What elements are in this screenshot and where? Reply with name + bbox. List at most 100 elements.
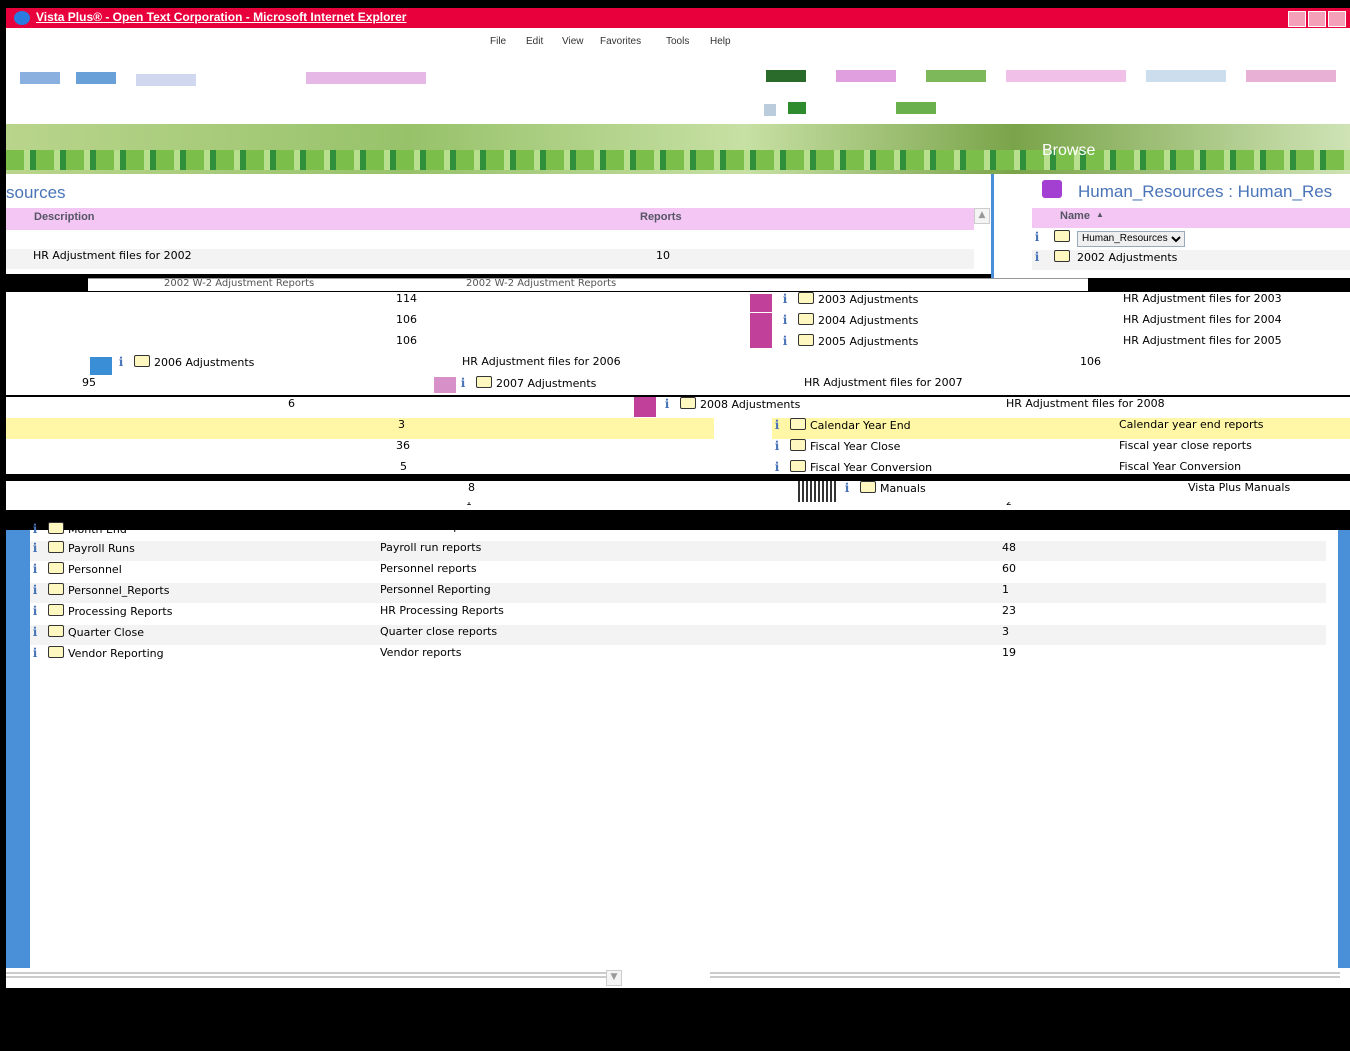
scrollbar-track-right[interactable] — [710, 972, 1340, 980]
partial-row[interactable]: 2002 W-2 Adjustment Reports 2002 W-2 Adj… — [88, 278, 1088, 291]
info-icon[interactable]: i — [30, 522, 40, 534]
menu-view[interactable]: View — [562, 36, 584, 47]
horizontal-scrollbar[interactable]: ▼ — [6, 968, 1350, 988]
info-icon[interactable]: i — [30, 541, 40, 555]
folder-name[interactable]: Quarter Close — [68, 626, 144, 639]
close-button[interactable] — [1328, 11, 1346, 27]
address-bar[interactable] — [6, 98, 1350, 124]
row-description: 2002 W-2 Adjustment Reports — [466, 278, 617, 289]
stop-icon[interactable] — [136, 74, 196, 86]
folder-name[interactable]: Processing Reports — [68, 605, 172, 618]
menu-tools[interactable]: Tools — [666, 36, 689, 47]
list-row-strip[interactable]: 8 i Manuals Vista Plus Manuals — [6, 481, 1350, 502]
search-icon[interactable] — [836, 70, 896, 82]
list-item[interactable]: i Payroll Runs Payroll run reports 48 — [30, 541, 1326, 561]
folder-name[interactable]: 2008 Adjustments — [700, 398, 800, 411]
list-row-strip[interactable]: 95 i 2007 Adjustments HR Adjustment files… — [6, 376, 1350, 395]
row-number: 1 — [466, 502, 472, 508]
info-icon[interactable]: i — [1032, 250, 1042, 264]
list-item[interactable]: i Vendor Reporting Vendor reports 19 — [30, 646, 1326, 666]
folder-name[interactable]: Manuals — [880, 482, 926, 495]
minimize-button[interactable] — [1288, 11, 1306, 27]
list-row-strip[interactable]: 114 i 2003 Adjustments HR Adjustment file… — [6, 292, 1350, 313]
info-icon[interactable]: i — [30, 625, 40, 639]
info-icon[interactable]: i — [30, 562, 40, 576]
print-icon[interactable] — [1246, 70, 1336, 82]
favorites-icon[interactable] — [926, 70, 986, 82]
info-icon[interactable]: i — [30, 646, 40, 660]
scrollbar-track[interactable] — [6, 972, 606, 980]
list-row-strip[interactable]: 36 i Fiscal Year Close Fiscal year close … — [6, 439, 1350, 460]
table-row[interactable]: HR Adjustment files for 2002 10 — [6, 249, 974, 269]
column-description[interactable]: Description — [34, 211, 95, 223]
folder-name[interactable]: Calendar Year End — [810, 419, 911, 432]
info-icon[interactable]: i — [772, 418, 782, 432]
folder-up-icon[interactable] — [1053, 230, 1070, 242]
folder-name[interactable]: Fiscal Year Close — [810, 440, 900, 453]
list-item[interactable]: i Personnel Personnel reports 60 — [30, 562, 1326, 582]
list-item[interactable]: i Personnel_Reports Personnel Reporting 1 — [30, 583, 1326, 603]
row-gap — [714, 418, 772, 439]
refresh-icon[interactable] — [306, 72, 426, 84]
folder-name[interactable]: 2003 Adjustments — [818, 293, 918, 306]
browse-link[interactable]: Browse — [1042, 142, 1095, 160]
forward-icon[interactable] — [76, 72, 116, 84]
folder-name[interactable]: 2007 Adjustments — [496, 377, 596, 390]
list-row-strip[interactable]: 6 i 2008 Adjustments HR Adjustment files … — [6, 397, 1350, 418]
folder-name[interactable]: 2005 Adjustments — [818, 335, 918, 348]
info-icon[interactable]: i — [780, 292, 790, 306]
mail-icon[interactable] — [1146, 70, 1226, 82]
list-row-strip[interactable]: i 2006 Adjustments HR Adjustment files fo… — [6, 355, 1350, 376]
list-row-strip[interactable]: 3 i Calendar Year End Calendar year end r… — [6, 418, 1350, 439]
name-column-header[interactable]: Name ▲ — [1032, 208, 1350, 228]
list-row-strip[interactable]: 106 i 2004 Adjustments HR Adjustment file… — [6, 313, 1350, 334]
folder-name[interactable]: Fiscal Year Conversion — [810, 461, 932, 474]
menu-favorites[interactable]: Favorites — [600, 36, 641, 47]
folder-name[interactable]: Personnel_Reports — [68, 584, 169, 597]
home-icon[interactable] — [766, 70, 806, 82]
info-icon[interactable]: i — [772, 439, 782, 453]
list-item[interactable]: i Month End Month end reports 9 — [30, 522, 1326, 534]
row-description: HR Adjustment files for 2004 — [1123, 313, 1282, 326]
menu-edit[interactable]: Edit — [526, 36, 543, 47]
info-icon[interactable]: i — [1032, 230, 1042, 244]
folder-select[interactable]: Human_Resources — [1077, 230, 1185, 247]
column-name[interactable]: Name — [1060, 210, 1090, 222]
row-reports: 60 — [1002, 562, 1016, 575]
info-icon[interactable]: i — [780, 313, 790, 327]
go-icon[interactable] — [788, 102, 806, 114]
history-icon[interactable] — [1006, 70, 1126, 82]
scroll-down-button[interactable]: ▼ — [606, 970, 622, 986]
info-icon[interactable]: i — [662, 397, 672, 411]
folder-name[interactable]: 2002 Adjustments — [1077, 251, 1177, 264]
scroll-up-button[interactable]: ▲ — [974, 208, 990, 224]
column-reports[interactable]: Reports — [640, 211, 682, 223]
menu-help[interactable]: Help — [710, 36, 731, 47]
menu-file[interactable]: File — [490, 36, 506, 47]
list-item[interactable]: i Quarter Close Quarter close reports 3 — [30, 625, 1326, 645]
info-icon[interactable]: i — [772, 460, 782, 474]
info-icon[interactable]: i — [842, 481, 852, 495]
folder-name[interactable]: 2004 Adjustments — [818, 314, 918, 327]
info-icon[interactable]: i — [780, 334, 790, 348]
folder-name[interactable]: Month End — [68, 523, 127, 534]
folder-up-row[interactable]: i Human_Resources — [1032, 230, 1350, 250]
maximize-button[interactable] — [1308, 11, 1326, 27]
folder-name[interactable]: Personnel — [68, 563, 122, 576]
info-icon[interactable]: i — [30, 604, 40, 618]
list-row-strip[interactable]: 106 i 2005 Adjustments HR Adjustment file… — [6, 334, 1350, 355]
links-icon[interactable] — [896, 102, 936, 114]
window-title-bar: Vista Plus® - Open Text Corporation - Mi… — [6, 8, 1350, 28]
folder-name[interactable]: 2006 Adjustments — [154, 356, 254, 369]
dropdown-icon[interactable] — [764, 104, 776, 116]
info-icon[interactable]: i — [458, 376, 468, 390]
back-icon[interactable] — [20, 72, 60, 84]
list-item[interactable]: i 2002 Adjustments — [1032, 250, 1350, 270]
list-row-strip[interactable]: 1 2 — [6, 502, 1350, 510]
list-row-strip[interactable]: 5 i Fiscal Year Conversion Fiscal Year Co… — [6, 460, 1350, 474]
info-icon[interactable]: i — [116, 355, 126, 369]
list-item[interactable]: i Processing Reports HR Processing Report… — [30, 604, 1326, 624]
folder-name[interactable]: Vendor Reporting — [68, 647, 164, 660]
folder-name[interactable]: Payroll Runs — [68, 542, 135, 555]
info-icon[interactable]: i — [30, 583, 40, 597]
